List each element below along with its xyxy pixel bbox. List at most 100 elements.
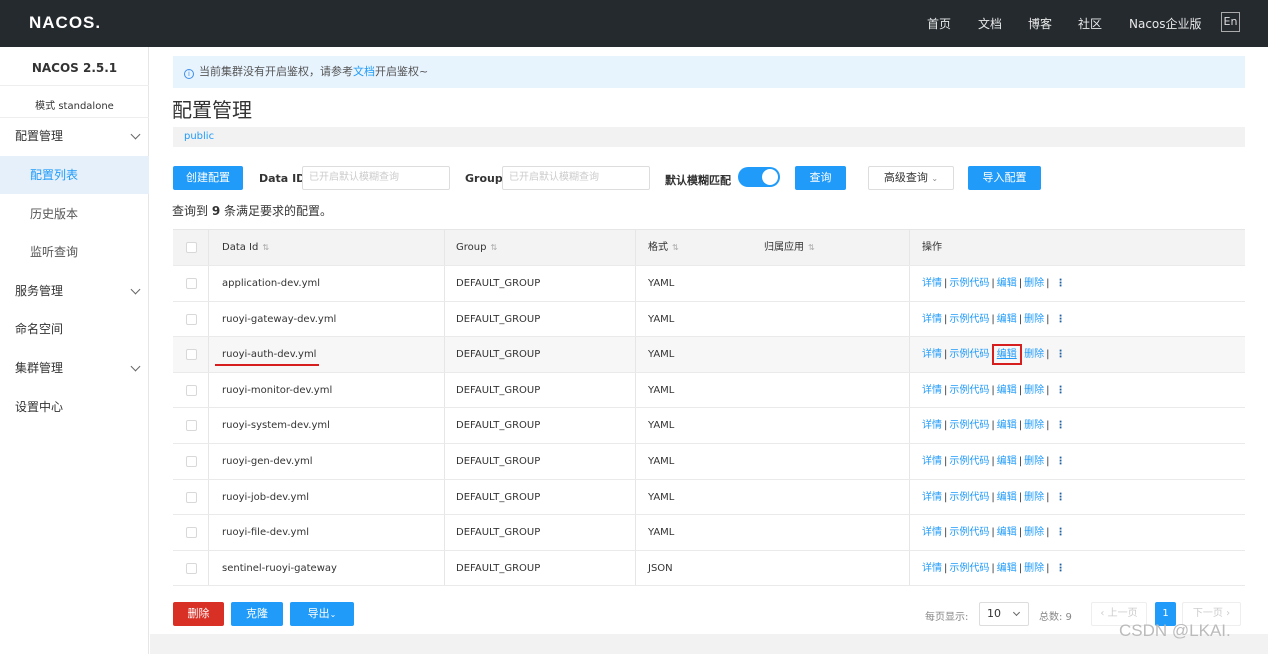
edit-link[interactable]: 编辑 bbox=[997, 563, 1017, 574]
nacos-logo[interactable]: NACOS. bbox=[29, 13, 101, 33]
detail-link[interactable]: 详情 bbox=[922, 314, 942, 325]
sort-icon[interactable]: ⇅ bbox=[808, 243, 815, 252]
export-button[interactable]: 导出⌄ bbox=[290, 602, 354, 626]
clone-button[interactable]: 克隆 bbox=[231, 602, 283, 626]
edit-link[interactable]: 编辑 bbox=[997, 456, 1017, 467]
edit-link[interactable]: 编辑 bbox=[997, 492, 1017, 503]
sort-icon[interactable]: ⇅ bbox=[262, 243, 269, 252]
sort-icon[interactable]: ⇅ bbox=[490, 243, 497, 252]
more-vertical-icon[interactable]: ⋮ bbox=[1056, 349, 1066, 360]
page-size-select[interactable]: 10 bbox=[979, 602, 1029, 626]
sidebar-item-cluster-management[interactable]: 集群管理 bbox=[0, 349, 149, 387]
header-format[interactable]: 格式 ⇅ bbox=[648, 230, 679, 265]
sample-code-link[interactable]: 示例代码 bbox=[949, 563, 989, 574]
fuzzy-match-toggle[interactable] bbox=[738, 167, 780, 187]
row-checkbox[interactable] bbox=[186, 527, 197, 539]
bulk-delete-button[interactable]: 删除 bbox=[173, 602, 224, 626]
nav-home[interactable]: 首页 bbox=[927, 15, 951, 32]
more-vertical-icon[interactable]: ⋮ bbox=[1056, 278, 1066, 289]
create-config-button[interactable]: 创建配置 bbox=[173, 166, 243, 190]
advanced-search-button[interactable]: 高级查询 ⌄ bbox=[868, 166, 954, 190]
sidebar-item-listener-query[interactable]: 监听查询 bbox=[0, 233, 149, 271]
edit-link[interactable]: 编辑 bbox=[997, 385, 1017, 396]
row-checkbox[interactable] bbox=[186, 491, 197, 503]
delete-link[interactable]: 删除 bbox=[1024, 314, 1044, 325]
delete-link[interactable]: 删除 bbox=[1024, 492, 1044, 503]
sidebar-item-history[interactable]: 历史版本 bbox=[0, 195, 149, 233]
edit-link[interactable]: 编辑 bbox=[997, 527, 1017, 538]
edit-link[interactable]: 编辑 bbox=[997, 278, 1017, 289]
sample-code-link[interactable]: 示例代码 bbox=[949, 314, 989, 325]
separator: | bbox=[944, 313, 948, 325]
detail-link[interactable]: 详情 bbox=[922, 527, 942, 538]
table-header-row: Data Id ⇅ Group ⇅ 格式 ⇅ 归属应用 ⇅ 操作 bbox=[173, 230, 1245, 266]
detail-link[interactable]: 详情 bbox=[922, 278, 942, 289]
detail-link[interactable]: 详情 bbox=[922, 563, 942, 574]
divider bbox=[909, 550, 910, 586]
more-vertical-icon[interactable]: ⋮ bbox=[1056, 385, 1066, 396]
docs-link[interactable]: 文档 bbox=[353, 65, 375, 78]
table-row: ruoyi-gateway-dev.yml DEFAULT_GROUP YAML 详情… bbox=[173, 301, 1245, 338]
sidebar-item-settings[interactable]: 设置中心 bbox=[0, 388, 149, 426]
row-checkbox[interactable] bbox=[186, 455, 197, 467]
more-vertical-icon[interactable]: ⋮ bbox=[1056, 527, 1066, 538]
row-checkbox[interactable] bbox=[186, 562, 197, 574]
nav-community[interactable]: 社区 bbox=[1078, 15, 1102, 32]
sample-code-link[interactable]: 示例代码 bbox=[949, 349, 989, 360]
row-checkbox[interactable] bbox=[186, 349, 197, 361]
sidebar-item-config-list[interactable]: 配置列表 bbox=[0, 156, 149, 194]
detail-link[interactable]: 详情 bbox=[922, 349, 942, 360]
delete-link[interactable]: 删除 bbox=[1024, 349, 1044, 360]
more-vertical-icon[interactable]: ⋮ bbox=[1056, 492, 1066, 503]
delete-link[interactable]: 删除 bbox=[1024, 278, 1044, 289]
row-checkbox[interactable] bbox=[186, 420, 197, 432]
sample-code-link[interactable]: 示例代码 bbox=[949, 385, 989, 396]
group-search-input[interactable]: 已开启默认模糊查询 bbox=[502, 166, 650, 190]
select-all-checkbox[interactable] bbox=[186, 242, 197, 253]
edit-link[interactable]: 编辑 bbox=[997, 314, 1017, 325]
header-app[interactable]: 归属应用 ⇅ bbox=[764, 230, 815, 265]
more-vertical-icon[interactable]: ⋮ bbox=[1056, 420, 1066, 431]
sort-icon[interactable]: ⇅ bbox=[672, 243, 679, 252]
detail-link[interactable]: 详情 bbox=[922, 420, 942, 431]
detail-link[interactable]: 详情 bbox=[922, 492, 942, 503]
row-checkbox[interactable] bbox=[186, 313, 197, 325]
delete-link[interactable]: 删除 bbox=[1024, 527, 1044, 538]
more-vertical-icon[interactable]: ⋮ bbox=[1056, 314, 1066, 325]
nav-blog[interactable]: 博客 bbox=[1028, 15, 1052, 32]
delete-link[interactable]: 删除 bbox=[1024, 420, 1044, 431]
sidebar-item-namespace[interactable]: 命名空间 bbox=[0, 310, 149, 348]
dataid-search-input[interactable]: 已开启默认模糊查询 bbox=[302, 166, 450, 190]
edit-link[interactable]: 编辑 bbox=[991, 344, 1022, 366]
more-vertical-icon[interactable]: ⋮ bbox=[1056, 456, 1066, 467]
sample-code-link[interactable]: 示例代码 bbox=[949, 492, 989, 503]
sample-code-link[interactable]: 示例代码 bbox=[949, 456, 989, 467]
detail-link[interactable]: 详情 bbox=[922, 385, 942, 396]
row-checkbox[interactable] bbox=[186, 278, 197, 289]
detail-link[interactable]: 详情 bbox=[922, 456, 942, 467]
language-switch-button[interactable]: En bbox=[1221, 12, 1240, 32]
table-row: ruoyi-monitor-dev.yml DEFAULT_GROUP YAML 详情… bbox=[173, 372, 1245, 409]
header-group[interactable]: Group ⇅ bbox=[456, 230, 497, 265]
row-checkbox[interactable] bbox=[186, 384, 197, 396]
delete-link[interactable]: 删除 bbox=[1024, 456, 1044, 467]
sidebar-item-service-management[interactable]: 服务管理 bbox=[0, 272, 149, 310]
separator: | bbox=[1046, 384, 1050, 396]
sample-code-link[interactable]: 示例代码 bbox=[949, 420, 989, 431]
search-button[interactable]: 查询 bbox=[795, 166, 846, 190]
cell-format: YAML bbox=[648, 491, 675, 503]
sample-code-link[interactable]: 示例代码 bbox=[949, 527, 989, 538]
delete-link[interactable]: 删除 bbox=[1024, 563, 1044, 574]
namespace-tab-public[interactable]: public bbox=[184, 131, 214, 142]
sample-code-link[interactable]: 示例代码 bbox=[949, 278, 989, 289]
nav-docs[interactable]: 文档 bbox=[978, 15, 1002, 32]
nav-enterprise[interactable]: Nacos企业版 bbox=[1129, 15, 1202, 32]
header-dataid[interactable]: Data Id ⇅ bbox=[222, 230, 269, 265]
import-config-button[interactable]: 导入配置 bbox=[968, 166, 1041, 190]
edit-link[interactable]: 编辑 bbox=[997, 420, 1017, 431]
sidebar-item-config-management[interactable]: 配置管理 bbox=[0, 117, 149, 155]
more-vertical-icon[interactable]: ⋮ bbox=[1056, 563, 1066, 574]
delete-link[interactable]: 删除 bbox=[1024, 385, 1044, 396]
divider bbox=[444, 550, 445, 586]
header-label: Group bbox=[456, 242, 487, 253]
